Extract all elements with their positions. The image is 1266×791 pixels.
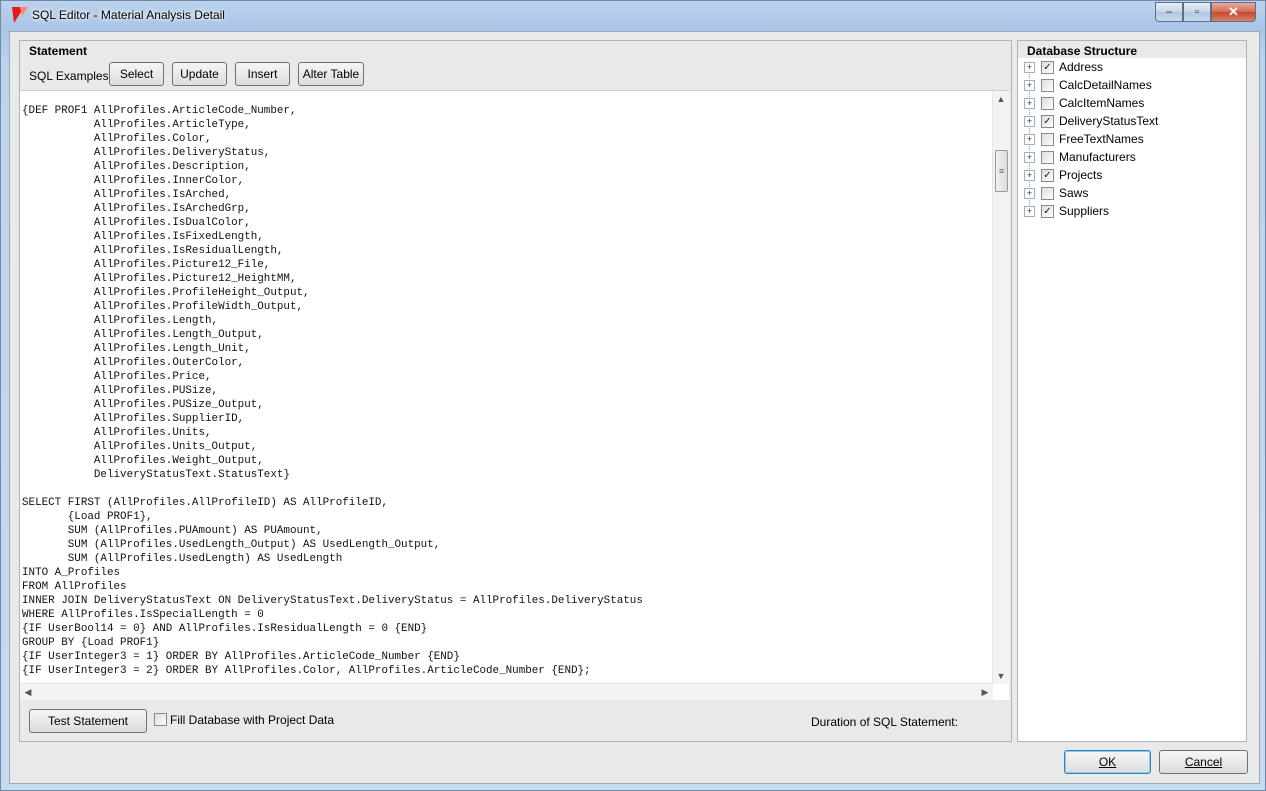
scroll-right-arrow-icon[interactable]: ▶ [977,684,993,700]
table-checkbox[interactable]: ✓ [1041,205,1054,218]
tree-item[interactable]: + ✓ DeliveryStatusText [1018,112,1244,130]
fill-database-label[interactable]: Fill Database with Project Data [170,713,334,727]
database-tree[interactable]: + ✓ Address + CalcDetailNames + CalcItemNames +… [1018,58,1246,741]
sql-code-text[interactable]: {DEF PROF1 AllProfiles.ArticleCode_Numbe… [22,104,643,678]
table-checkbox[interactable] [1041,151,1054,164]
database-structure-title: Database Structure [1027,44,1138,58]
maximize-icon: ▫ [1195,6,1199,18]
duration-label: Duration of SQL Statement: [811,715,958,729]
insert-example-button[interactable]: Insert [235,62,290,86]
title-bar[interactable]: SQL Editor - Material Analysis Detail ‒ … [1,1,1265,31]
tree-item-label[interactable]: CalcDetailNames [1059,78,1152,92]
vertical-scrollbar[interactable]: ▲ ≡ ▼ [992,91,1009,684]
statement-panel: Statement SQL Examples: Select Update In… [19,40,1012,742]
tree-item-label[interactable]: Suppliers [1059,204,1109,218]
scroll-left-arrow-icon[interactable]: ◀ [20,684,36,700]
vertical-scroll-thumb[interactable]: ≡ [995,150,1008,192]
table-checkbox[interactable] [1041,79,1054,92]
test-statement-button[interactable]: Test Statement [29,709,147,733]
window-title: SQL Editor - Material Analysis Detail [32,8,225,22]
close-icon: ✕ [1228,4,1239,19]
statement-footer: Test Statement Fill Database with Projec… [20,699,1009,739]
alter-table-example-button[interactable]: Alter Table [298,62,364,86]
tree-item-label[interactable]: FreeTextNames [1059,132,1144,146]
cancel-button[interactable]: Cancel [1159,750,1248,774]
minimize-button[interactable]: ‒ [1155,2,1183,22]
update-example-button[interactable]: Update [172,62,227,86]
tree-item-label[interactable]: Manufacturers [1059,150,1136,164]
database-structure-panel: Database Structure + ✓ Address + CalcDetailN… [1017,40,1247,742]
tree-item[interactable]: + ✓ Projects [1018,166,1244,184]
app-logo-icon [8,7,24,23]
scroll-down-arrow-icon[interactable]: ▼ [993,668,1009,684]
sql-editor-window: SQL Editor - Material Analysis Detail ‒ … [0,0,1266,791]
table-checkbox[interactable]: ✓ [1041,169,1054,182]
tree-item[interactable]: + ✓ Address [1018,58,1244,76]
close-button[interactable]: ✕ [1211,2,1256,22]
expand-icon[interactable]: + [1024,116,1035,127]
expand-icon[interactable]: + [1024,170,1035,181]
minimize-icon: ‒ [1165,6,1173,18]
grip-icon: ≡ [998,166,1005,176]
tree-item[interactable]: + FreeTextNames [1018,130,1244,148]
sql-examples-label: SQL Examples: [29,69,112,83]
maximize-button[interactable]: ▫ [1183,2,1211,22]
table-checkbox[interactable]: ✓ [1041,115,1054,128]
expand-icon[interactable]: + [1024,188,1035,199]
tree-item[interactable]: + CalcDetailNames [1018,76,1244,94]
tree-item-label[interactable]: Saws [1059,186,1088,200]
select-example-button[interactable]: Select [109,62,164,86]
fill-database-checkbox[interactable] [154,713,167,726]
tree-item[interactable]: + Saws [1018,184,1244,202]
tree-item[interactable]: + CalcItemNames [1018,94,1244,112]
horizontal-scrollbar[interactable]: ◀ ▶ [20,683,993,700]
expand-icon[interactable]: + [1024,62,1035,73]
expand-icon[interactable]: + [1024,80,1035,91]
tree-item-label[interactable]: Address [1059,60,1103,74]
expand-icon[interactable]: + [1024,206,1035,217]
expand-icon[interactable]: + [1024,152,1035,163]
tree-item[interactable]: + Manufacturers [1018,148,1244,166]
table-checkbox[interactable] [1041,97,1054,110]
expand-icon[interactable]: + [1024,134,1035,145]
dialog-client-area: Statement SQL Examples: Select Update In… [9,31,1260,784]
sql-statement-editor[interactable]: {DEF PROF1 AllProfiles.ArticleCode_Numbe… [20,90,1009,700]
table-checkbox[interactable]: ✓ [1041,61,1054,74]
statement-title: Statement [29,44,88,58]
tree-item[interactable]: + ✓ Suppliers [1018,202,1244,220]
table-checkbox[interactable] [1041,187,1054,200]
tree-item-label[interactable]: Projects [1059,168,1102,182]
table-checkbox[interactable] [1041,133,1054,146]
tree-item-label[interactable]: DeliveryStatusText [1059,114,1158,128]
ok-button[interactable]: OK [1064,750,1151,774]
ok-label: OK [1098,755,1117,769]
cancel-label: Cancel [1184,755,1223,769]
expand-icon[interactable]: + [1024,98,1035,109]
scroll-up-arrow-icon[interactable]: ▲ [993,91,1009,107]
tree-item-label[interactable]: CalcItemNames [1059,96,1144,110]
